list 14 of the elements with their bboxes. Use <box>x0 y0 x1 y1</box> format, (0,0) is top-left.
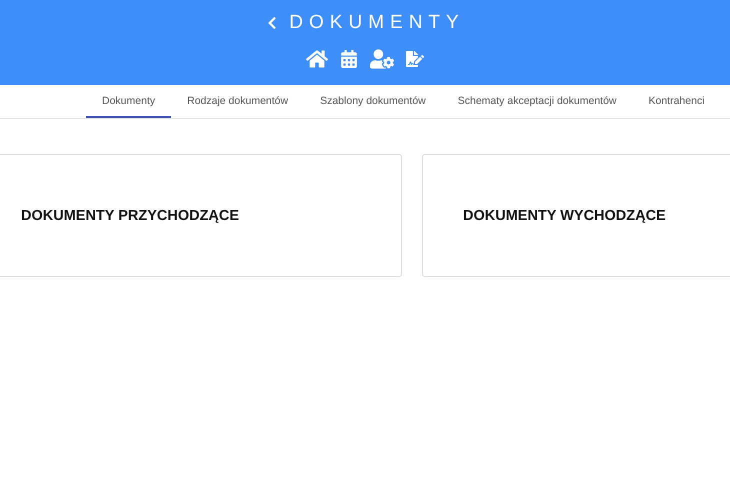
home-icon[interactable] <box>306 48 328 70</box>
user-settings-icon[interactable] <box>370 47 394 71</box>
category-card[interactable]: DOKUMENTY WYCHODZĄCE <box>422 154 730 277</box>
card-title: DOKUMENTY PRZYCHODZĄCE <box>21 208 240 224</box>
document-icon[interactable] <box>406 50 424 68</box>
calendar-icon[interactable] <box>340 50 358 68</box>
card-title: DOKUMENTY WYCHODZĄCE <box>463 208 666 224</box>
page-title: DOKUMENTY <box>289 12 465 34</box>
tab[interactable]: Szablony dokumentów <box>304 85 442 118</box>
tab[interactable]: Kontrahenci <box>632 85 721 118</box>
tab[interactable]: Schematy akceptacji dokumentów <box>442 85 632 118</box>
category-card[interactable]: DOKUMENTY PRZYCHODZĄCE <box>0 154 402 277</box>
tab[interactable]: Rodzaje dokumentów <box>171 85 304 118</box>
tab[interactable]: Dokumenty <box>86 85 172 118</box>
